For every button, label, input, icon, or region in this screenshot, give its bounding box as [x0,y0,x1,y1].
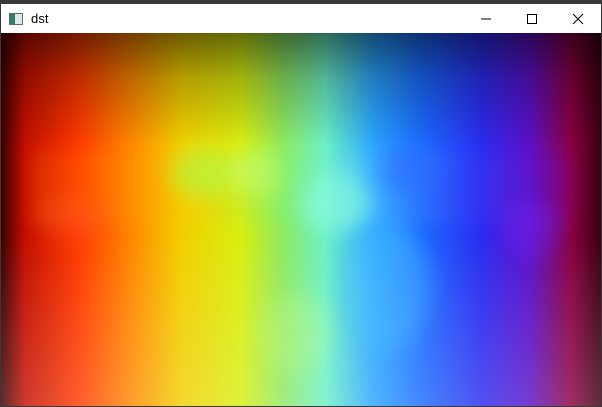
image-blob [171,148,231,198]
image-window: dst [0,0,602,407]
window-title: dst [31,11,49,26]
image-blob [41,193,111,243]
image-blob [381,143,441,193]
image-canvas[interactable] [1,33,601,406]
image-blob [341,223,431,353]
close-button[interactable] [555,4,601,33]
title-bar[interactable]: dst [1,4,601,33]
image-blob [301,173,371,233]
image-blob [501,203,561,258]
app-icon [9,12,23,25]
close-icon [572,13,584,24]
image-blob [226,151,281,196]
maximize-button[interactable] [509,4,555,33]
minimize-icon [481,18,491,19]
image-blur-band [31,153,571,223]
maximize-icon [527,13,537,24]
image-blob [261,293,331,373]
minimize-button[interactable] [463,4,509,33]
